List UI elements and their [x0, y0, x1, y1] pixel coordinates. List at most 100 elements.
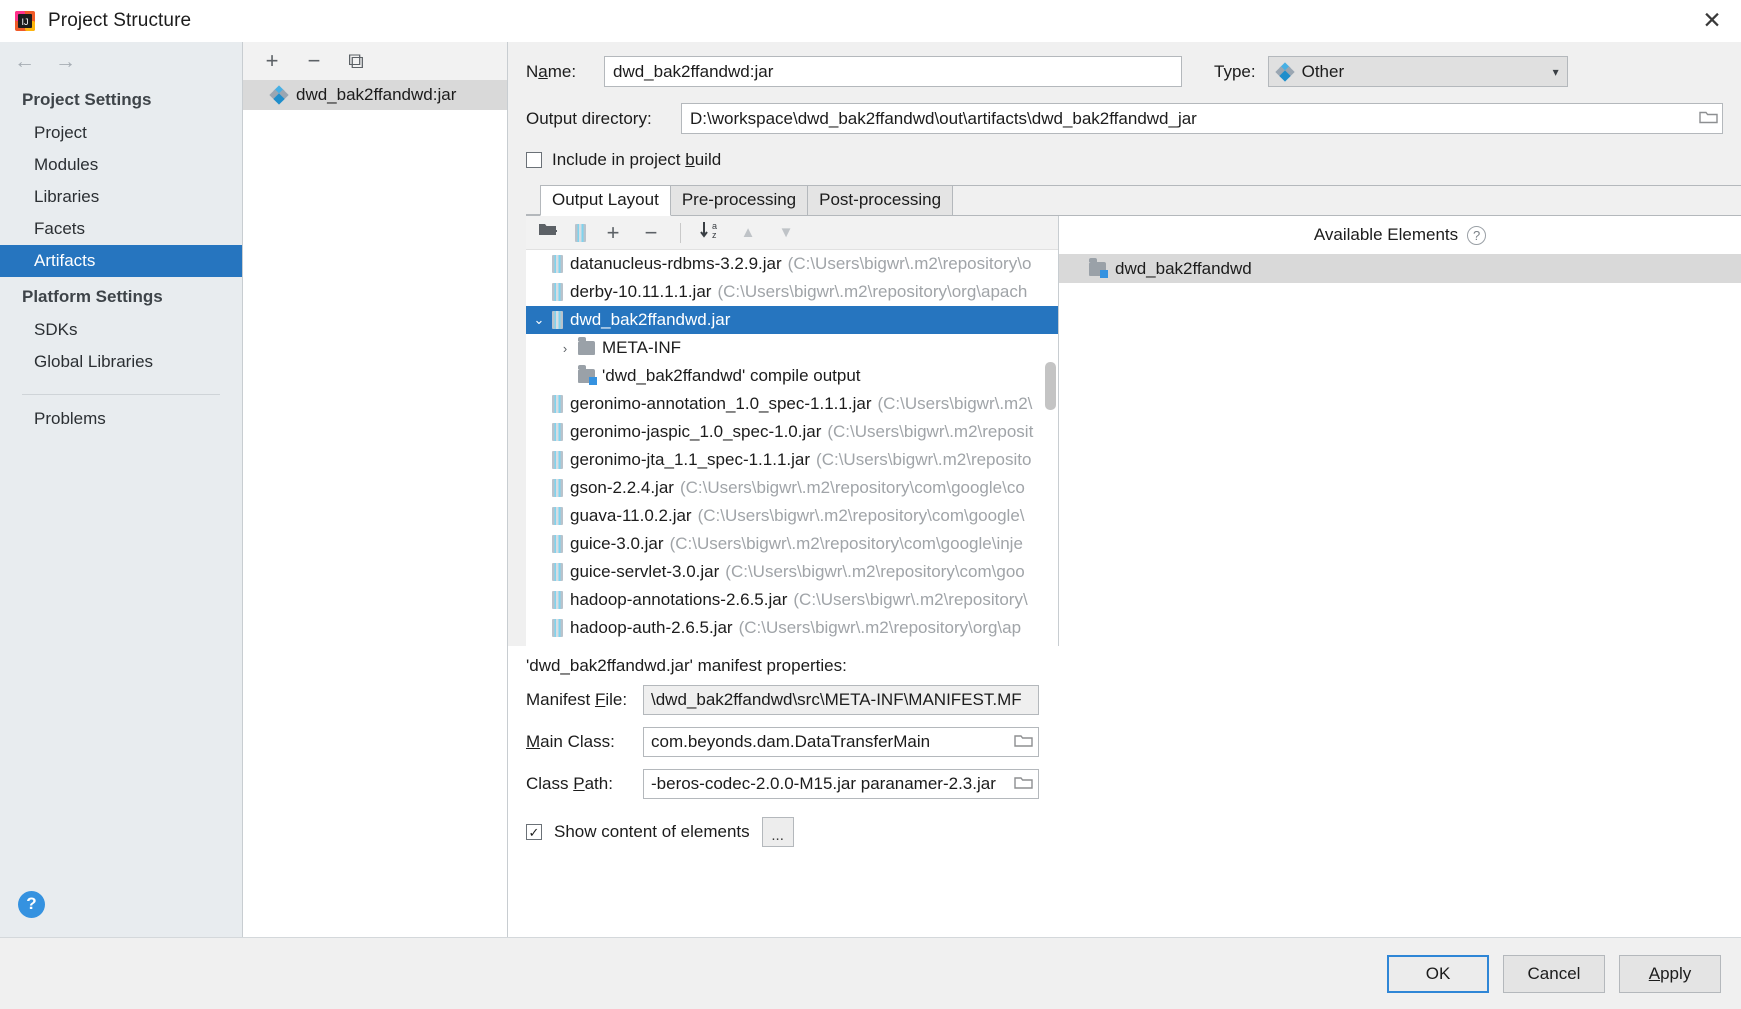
type-select[interactable]: Other ▾ [1267, 56, 1568, 87]
jar-icon [552, 395, 563, 413]
manifest-file-input[interactable]: \dwd_bak2ffandwd\src\META-INF\MANIFEST.M… [643, 685, 1039, 715]
artifact-list-item[interactable]: dwd_bak2ffandwd:jar [243, 80, 507, 110]
output-layout-tree-panel: + − a z ▲ ▼ datanucleus-rdbms-3.2.9.jar … [526, 216, 1059, 646]
include-in-build-label: Include in project build [552, 150, 722, 169]
copy-artifact-icon[interactable]: ⧉ [345, 50, 367, 72]
cancel-button[interactable]: Cancel [1503, 954, 1605, 993]
module-output-icon [578, 365, 597, 385]
sidebar-item-sdks[interactable]: SDKs [0, 314, 242, 346]
jar-icon [552, 423, 563, 441]
show-content-checkbox[interactable]: ✓ [526, 824, 542, 840]
tab-post-processing[interactable]: Post-processing [807, 185, 954, 215]
tree-row[interactable]: guice-3.0.jar (C:\Users\bigwr\.m2\reposi… [526, 530, 1058, 558]
jar-icon [552, 507, 563, 525]
close-icon[interactable]: ✕ [1683, 0, 1741, 42]
tree-twisty-expanded-icon[interactable]: ⌄ [526, 312, 552, 328]
move-up-icon[interactable]: ▲ [737, 225, 759, 240]
include-in-build-checkbox[interactable] [526, 152, 542, 168]
tree-row-selected[interactable]: ⌄ dwd_bak2ffandwd.jar [526, 306, 1058, 334]
sidebar-item-project[interactable]: Project [0, 117, 242, 149]
tree-row[interactable]: gson-2.2.4.jar (C:\Users\bigwr\.m2\repos… [526, 474, 1058, 502]
intellij-idea-icon: IJ [14, 10, 36, 32]
main-class-input[interactable]: com.beyonds.dam.DataTransferMain [643, 727, 1039, 757]
tree-row[interactable]: datanucleus-rdbms-3.2.9.jar (C:\Users\bi… [526, 250, 1058, 278]
tree-row-path: (C:\Users\bigwr\.m2\repository\ [793, 590, 1028, 609]
jar-icon [552, 479, 563, 497]
sidebar-item-problems[interactable]: Problems [0, 403, 242, 435]
folder-browse-icon[interactable] [1699, 109, 1718, 128]
tree-row-name: hadoop-annotations-2.6.5.jar [570, 590, 788, 609]
tree-row[interactable]: geronimo-jta_1.1_spec-1.1.1.jar (C:\User… [526, 446, 1058, 474]
show-content-options-button[interactable]: ... [761, 817, 794, 847]
output-directory-value: D:\workspace\dwd_bak2ffandwd\out\artifac… [690, 108, 1197, 128]
tree-row[interactable]: derby-10.11.1.1.jar (C:\Users\bigwr\.m2\… [526, 278, 1058, 306]
main-class-browse-icon[interactable] [1014, 733, 1033, 752]
available-elements-header: Available Elements ? [1059, 216, 1741, 254]
artifact-list-panel: + − ⧉ dwd_bak2ffandwd:jar [243, 42, 508, 937]
tree-row[interactable]: hadoop-annotations-2.6.5.jar (C:\Users\b… [526, 586, 1058, 614]
tree-row[interactable]: 'dwd_bak2ffandwd' compile output [526, 362, 1058, 390]
module-icon [1089, 257, 1108, 278]
sidebar-item-facets[interactable]: Facets [0, 213, 242, 245]
tree-row-path: (C:\Users\bigwr\.m2\repository\org\ap [738, 618, 1022, 637]
available-element-label: dwd_bak2ffandwd [1115, 258, 1252, 278]
tree-row-path: (C:\Users\bigwr\.m2\repository\com\goo [725, 562, 1025, 581]
tree-row[interactable]: guice-servlet-3.0.jar (C:\Users\bigwr\.m… [526, 558, 1058, 586]
output-directory-row: Output directory: D:\workspace\dwd_bak2f… [508, 103, 1741, 134]
class-path-browse-icon[interactable] [1014, 775, 1033, 794]
create-directory-icon[interactable] [538, 221, 559, 244]
tree-row[interactable]: › META-INF [526, 334, 1058, 362]
output-directory-label: Output directory: [526, 108, 652, 128]
add-copy-of-icon[interactable]: + [602, 221, 624, 244]
remove-element-icon[interactable]: − [640, 221, 662, 244]
jar-icon [552, 451, 563, 469]
output-layout-tree[interactable]: datanucleus-rdbms-3.2.9.jar (C:\Users\bi… [526, 250, 1058, 646]
jar-icon [552, 535, 563, 553]
manifest-file-value: \dwd_bak2ffandwd\src\META-INF\MANIFEST.M… [651, 690, 1022, 709]
create-archive-icon[interactable] [575, 223, 586, 242]
remove-artifact-icon[interactable]: − [303, 50, 325, 72]
tree-row[interactable]: hadoop-auth-2.6.5.jar (C:\Users\bigwr\.m… [526, 614, 1058, 642]
tabs-lead-spacer [526, 186, 540, 215]
manifest-properties-section: 'dwd_bak2ffandwd.jar' manifest propertie… [508, 646, 1741, 937]
tree-row-name: geronimo-jta_1.1_spec-1.1.1.jar [570, 450, 811, 469]
help-icon[interactable]: ? [18, 890, 45, 918]
folder-icon [578, 337, 595, 355]
tree-vertical-scrollbar[interactable] [1045, 362, 1056, 410]
available-elements-panel: Available Elements ? dwd_bak2ffandwd [1059, 216, 1741, 646]
tree-row-name: gson-2.2.4.jar [570, 478, 674, 497]
class-path-input[interactable]: -beros-codec-2.0.0-M15.jar paranamer-2.3… [643, 769, 1039, 799]
apply-button[interactable]: Apply [1619, 954, 1721, 993]
sidebar-item-artifacts[interactable]: Artifacts [0, 245, 242, 277]
tab-pre-processing[interactable]: Pre-processing [669, 185, 809, 215]
move-down-icon[interactable]: ▼ [775, 225, 797, 240]
tree-row[interactable]: geronimo-jaspic_1.0_spec-1.0.jar (C:\Use… [526, 418, 1058, 446]
sort-az-icon[interactable]: a z [699, 220, 721, 245]
chevron-down-icon: ▾ [1552, 64, 1559, 79]
tree-twisty-collapsed-icon[interactable]: › [552, 341, 578, 356]
dialog-body: ← → Project Settings Project Modules Lib… [0, 42, 1741, 937]
project-structure-dialog: IJ Project Structure ✕ ← → Project Setti… [0, 0, 1741, 1009]
help-question-icon[interactable]: ? [1467, 225, 1487, 245]
tree-row[interactable]: guava-11.0.2.jar (C:\Users\bigwr\.m2\rep… [526, 502, 1058, 530]
include-in-build-row[interactable]: Include in project build [508, 150, 1741, 170]
tab-output-layout[interactable]: Output Layout [540, 185, 671, 216]
svg-text:IJ: IJ [21, 17, 28, 27]
tree-row-name: guava-11.0.2.jar [570, 506, 692, 525]
available-element-row[interactable]: dwd_bak2ffandwd [1059, 254, 1741, 283]
tree-row[interactable]: geronimo-annotation_1.0_spec-1.1.1.jar (… [526, 390, 1058, 418]
forward-arrow-icon[interactable]: → [55, 51, 76, 72]
name-row: Name: dwd_bak2ffandwd:jar Type: Other ▾ [508, 56, 1741, 87]
ok-button[interactable]: OK [1387, 954, 1489, 993]
back-arrow-icon[interactable]: ← [14, 51, 35, 72]
sidebar-item-modules[interactable]: Modules [0, 149, 242, 181]
output-directory-input[interactable]: D:\workspace\dwd_bak2ffandwd\out\artifac… [681, 103, 1723, 134]
sidebar-item-libraries[interactable]: Libraries [0, 181, 242, 213]
add-artifact-icon[interactable]: + [261, 50, 283, 72]
tree-row-path: (C:\Users\bigwr\.m2\repository\o [787, 254, 1032, 273]
tree-row-path: (C:\Users\bigwr\.m2\reposito [816, 450, 1032, 469]
sidebar-item-global-libraries[interactable]: Global Libraries [0, 346, 242, 378]
jar-icon [552, 619, 563, 637]
name-input[interactable]: dwd_bak2ffandwd:jar [604, 56, 1182, 87]
tree-row-name: datanucleus-rdbms-3.2.9.jar [570, 254, 782, 273]
